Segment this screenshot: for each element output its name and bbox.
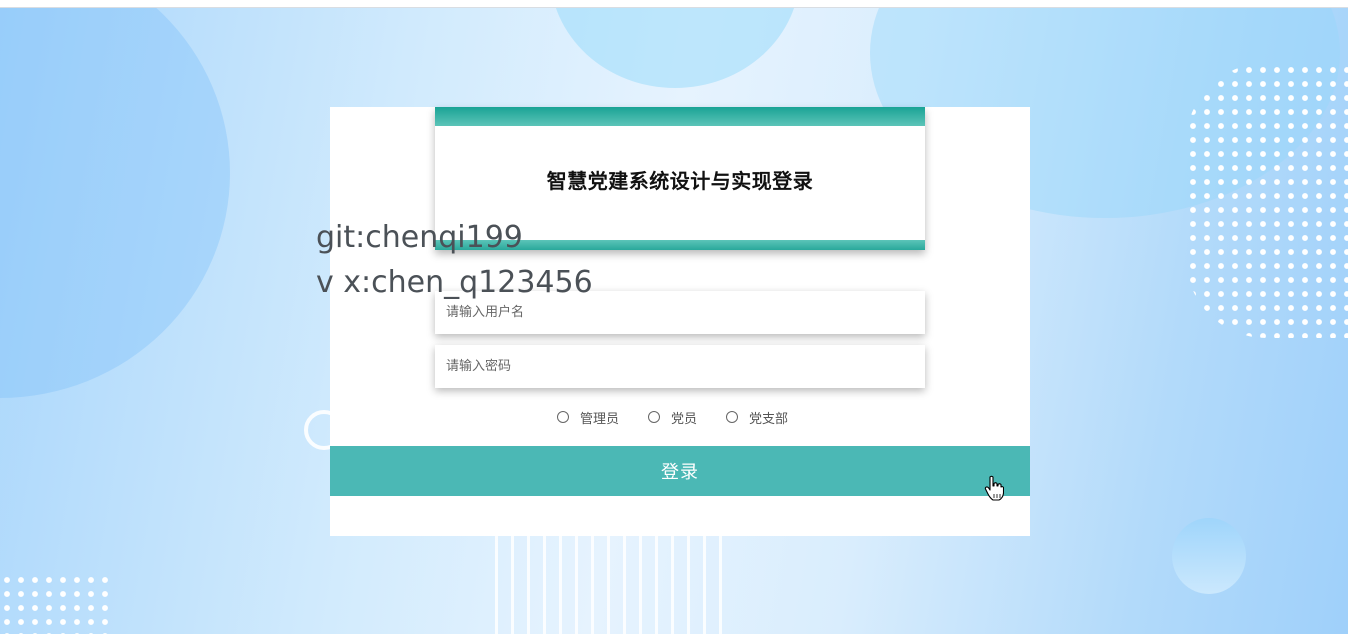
bg-circle-bottom-right xyxy=(1172,518,1246,594)
bg-circle-left xyxy=(0,8,230,398)
watermark-line-wx: v x:chen_q123456 xyxy=(316,265,593,300)
login-title: 智慧党建系统设计与实现登录 xyxy=(546,169,814,193)
bg-dots-bottom-left xyxy=(0,573,116,634)
bg-dots-right xyxy=(1186,63,1348,338)
login-button[interactable]: 登录 xyxy=(330,446,1030,496)
role-label-member: 党员 xyxy=(671,411,698,427)
bg-lines-bottom xyxy=(495,536,730,634)
radio-circle-icon[interactable] xyxy=(726,411,739,423)
watermark-line-git: git:chenqi199 xyxy=(316,220,523,255)
role-option-member[interactable]: 党员 xyxy=(648,408,697,427)
role-radio-group: 管理员 党员 党支部 xyxy=(557,408,817,427)
role-option-admin[interactable]: 管理员 xyxy=(557,408,619,427)
radio-circle-icon[interactable] xyxy=(557,411,569,423)
radio-circle-icon[interactable] xyxy=(648,411,661,423)
hand-pointer-cursor-icon xyxy=(984,475,1004,501)
browser-top-edge xyxy=(0,0,1348,8)
role-label-admin: 管理员 xyxy=(580,411,620,427)
role-option-branch[interactable]: 党支部 xyxy=(726,408,788,427)
password-input[interactable] xyxy=(435,345,925,388)
bg-circle-top-center xyxy=(550,8,800,88)
role-label-branch: 党支部 xyxy=(749,411,789,427)
title-top-bar xyxy=(435,107,925,126)
